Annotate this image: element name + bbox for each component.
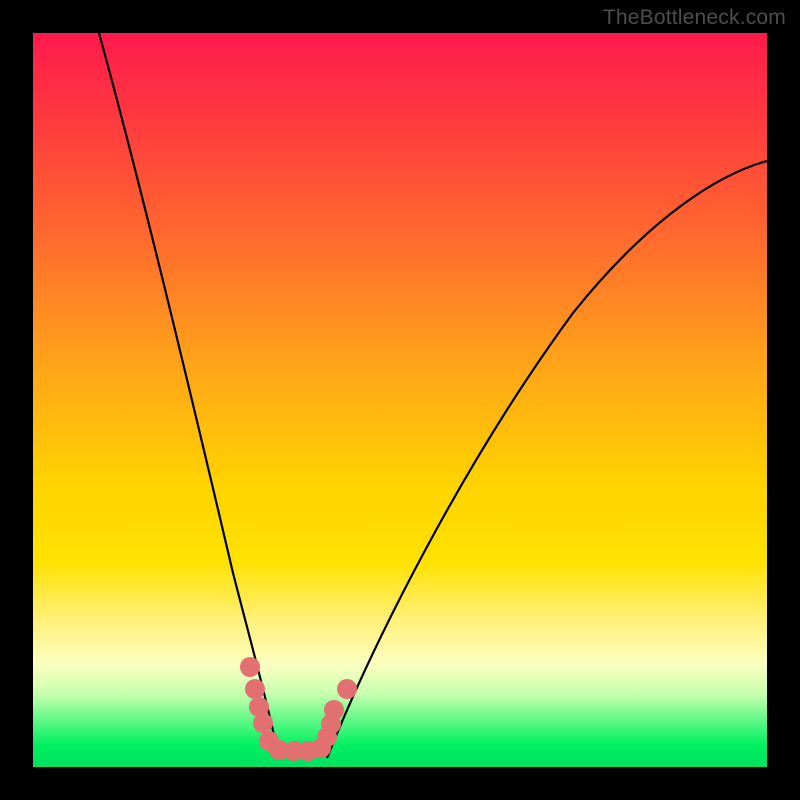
plot-area	[33, 33, 767, 767]
watermark-text: TheBottleneck.com	[603, 6, 786, 30]
curve-left	[99, 33, 278, 753]
chart-frame: TheBottleneck.com	[0, 0, 800, 800]
curve-right	[327, 161, 767, 758]
curve-layer	[33, 33, 767, 767]
valley-markers	[240, 657, 357, 761]
